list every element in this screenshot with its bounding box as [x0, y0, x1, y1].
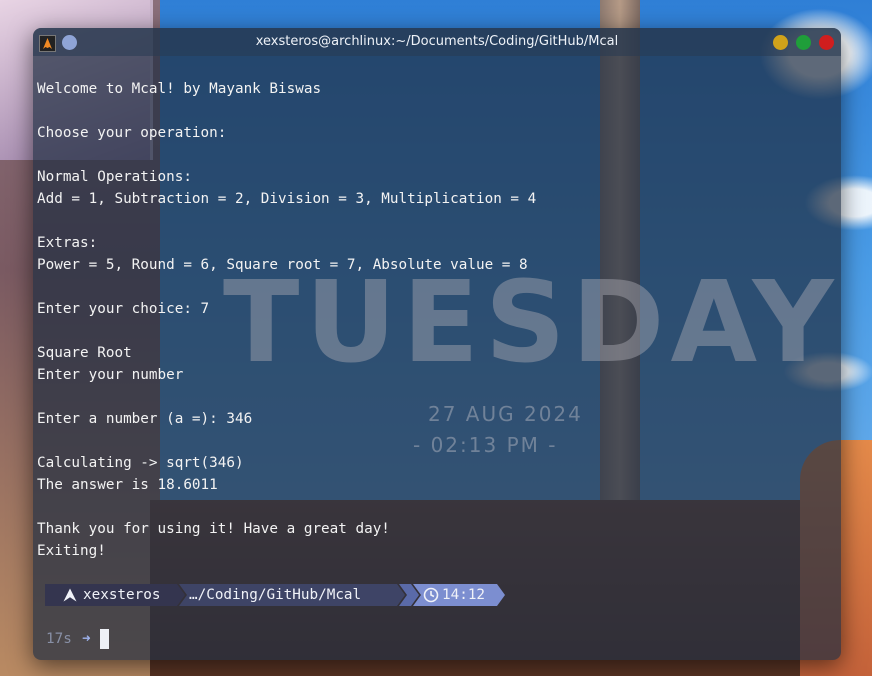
- terminal-line: The answer is 18.6011: [37, 477, 218, 493]
- window-title: xexsteros@archlinux:~/Documents/Coding/G…: [255, 34, 619, 49]
- prompt-username: xexsteros: [83, 587, 161, 603]
- maximize-button[interactable]: [796, 35, 811, 50]
- minimize-button[interactable]: [773, 35, 788, 50]
- terminal-line: Square Root: [37, 345, 132, 361]
- terminal-line: Normal Operations:: [37, 169, 192, 185]
- prompt-time: 14:12: [442, 587, 486, 603]
- terminal-line: Choose your operation:: [37, 125, 227, 141]
- close-button[interactable]: [819, 35, 834, 50]
- text-cursor[interactable]: [100, 629, 109, 649]
- terminal-line: Enter your choice: 7: [37, 301, 210, 317]
- terminal-line: Welcome to Mcal! by Mayank Biswas: [37, 81, 322, 97]
- terminal-line: Power = 5, Round = 6, Square root = 7, A…: [37, 257, 528, 273]
- terminal-line: Enter your number: [37, 367, 184, 383]
- terminal-output[interactable]: Welcome to Mcal! by Mayank Biswas Choose …: [37, 78, 827, 562]
- terminal-line: Enter a number (a =): 346: [37, 411, 253, 427]
- terminal-line: Thank you for using it! Have a great day…: [37, 521, 390, 537]
- terminal-line: Calculating -> sqrt(346): [37, 455, 244, 471]
- terminal-window[interactable]: TUESDAY 27 AUG 2024 - 02:13 PM - xexster…: [33, 28, 841, 660]
- desktop-wallpaper: TUESDAY 27 AUG 2024 - 02:13 PM - xexster…: [0, 0, 872, 676]
- arch-linux-icon: [63, 588, 77, 602]
- clock-icon: [423, 587, 439, 603]
- terminal-line: Add = 1, Subtraction = 2, Division = 3, …: [37, 191, 537, 207]
- window-titlebar[interactable]: xexsteros@archlinux:~/Documents/Coding/G…: [33, 28, 841, 56]
- command-duration: 17s: [46, 631, 72, 647]
- arrow-right-icon: ➜: [82, 631, 91, 647]
- prompt-path: …/Coding/GitHub/Mcal: [189, 587, 362, 603]
- terminal-line: Extras:: [37, 235, 98, 251]
- terminal-line: Exiting!: [37, 543, 106, 559]
